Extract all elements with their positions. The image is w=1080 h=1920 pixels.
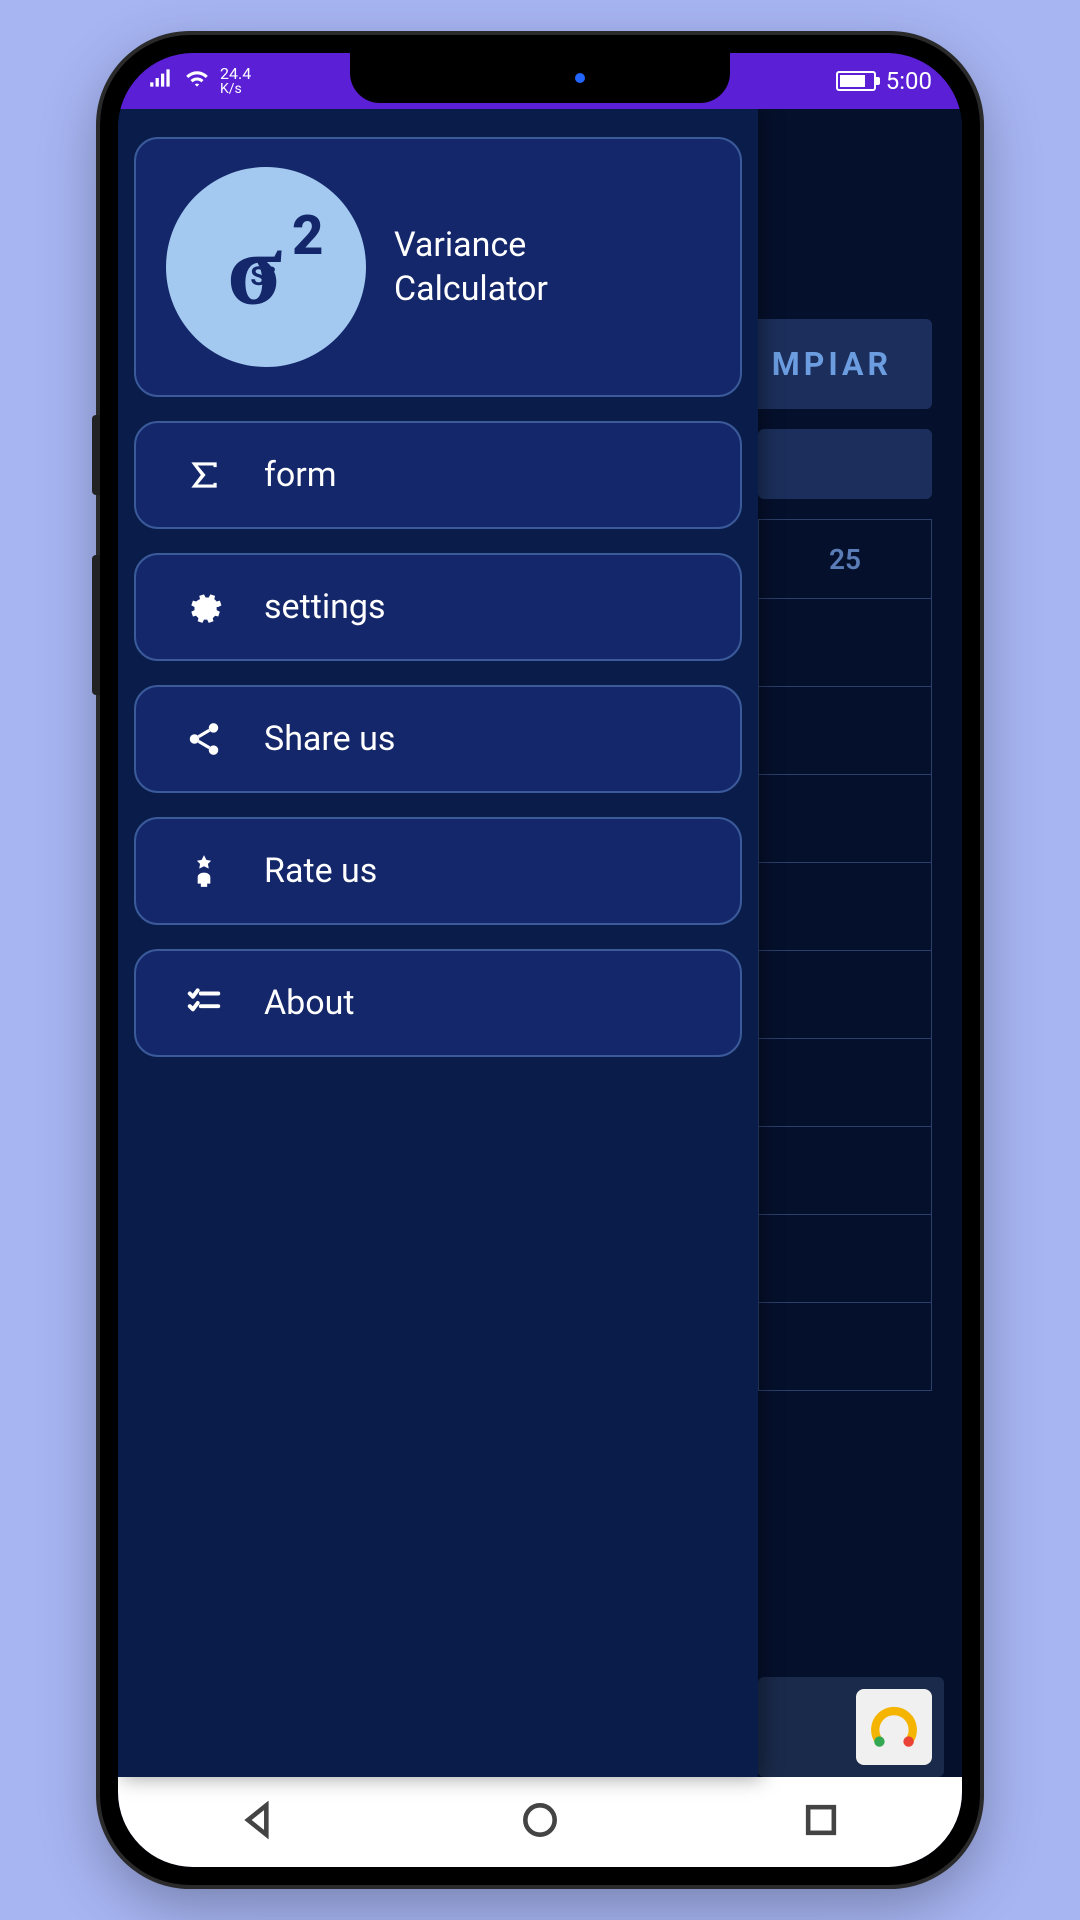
recent-apps-button[interactable]	[799, 1798, 843, 1846]
menu-label: Share us	[264, 719, 395, 759]
network-speed: 24.4 K/s	[220, 66, 251, 96]
table-row	[758, 951, 932, 1039]
home-button[interactable]	[518, 1798, 562, 1846]
table-header-cell: 25	[758, 519, 932, 599]
sigma-icon	[184, 455, 224, 495]
signal-icon	[148, 65, 174, 97]
limpiar-label: MPIAR	[772, 345, 892, 383]
device-frame: 24.4 K/s 5:00 MPIAR 25	[100, 35, 980, 1885]
screen: 24.4 K/s 5:00 MPIAR 25	[118, 53, 962, 1867]
table-row	[758, 1303, 932, 1391]
menu-item-rate[interactable]: Rate us	[134, 817, 742, 925]
gear-icon	[184, 587, 224, 627]
share-icon	[184, 719, 224, 759]
app-logo: σ S² 2	[166, 167, 366, 367]
table-row	[758, 775, 932, 863]
table-row	[758, 1215, 932, 1303]
svg-text:S²: S²	[250, 262, 276, 292]
menu-item-share[interactable]: Share us	[134, 685, 742, 793]
table-row	[758, 599, 932, 687]
table-row	[758, 1039, 932, 1127]
notch	[350, 53, 730, 103]
limpiar-button[interactable]: MPIAR	[732, 319, 932, 409]
wifi-icon	[184, 65, 210, 97]
svg-text:2: 2	[292, 204, 323, 268]
menu-item-form[interactable]: form	[134, 421, 742, 529]
app-container: MPIAR 25	[118, 109, 962, 1867]
table-row	[758, 687, 932, 775]
table-row	[758, 863, 932, 951]
clock: 5:00	[886, 67, 932, 95]
navigation-drawer: σ S² 2 Variance Calculator form	[118, 109, 758, 1777]
battery-icon	[836, 71, 876, 91]
table-row	[758, 1127, 932, 1215]
menu-label: About	[264, 983, 355, 1023]
menu-label: form	[264, 455, 337, 495]
menu-item-about[interactable]: About	[134, 949, 742, 1057]
background-table: 25	[758, 519, 932, 1527]
back-button[interactable]	[237, 1798, 281, 1846]
drawer-header: σ S² 2 Variance Calculator	[134, 137, 742, 397]
ad-banner[interactable]	[758, 1677, 944, 1777]
star-person-icon	[184, 851, 224, 891]
speed-unit: K/s	[220, 82, 251, 96]
app-title: Variance Calculator	[394, 223, 548, 311]
menu-item-settings[interactable]: settings	[134, 553, 742, 661]
android-nav-bar	[118, 1777, 962, 1867]
background-input-bar	[758, 429, 932, 499]
menu-label: settings	[264, 587, 386, 627]
checklist-icon	[184, 983, 224, 1023]
admob-icon	[856, 1689, 932, 1765]
menu-label: Rate us	[264, 851, 377, 891]
